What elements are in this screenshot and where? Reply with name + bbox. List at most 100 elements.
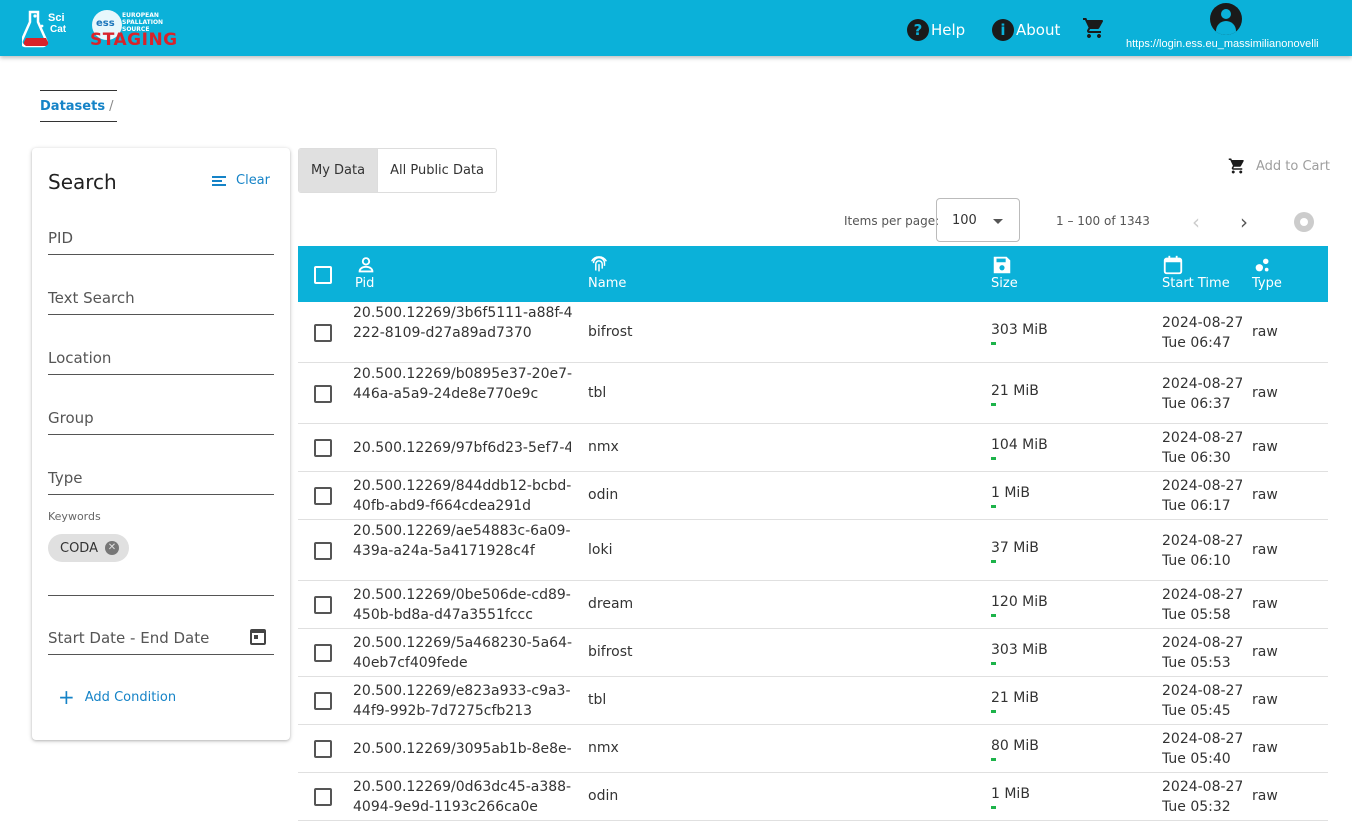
scicat-logo[interactable]: Sci Cat [22, 6, 70, 50]
table-row[interactable]: 20.500.12269/b0895e37-20e7-446a-a5a9-24d… [298, 363, 1328, 424]
date-range-field[interactable]: Start Date - End Date [48, 615, 274, 655]
dropdown-arrow-icon [993, 219, 1003, 224]
column-header-type[interactable]: Type [1252, 254, 1282, 291]
table-row[interactable]: 20.500.12269/97bf6d23-5ef7-478 nmx 104 MiB… [298, 424, 1328, 472]
row-checkbox[interactable] [314, 487, 332, 505]
pid-cell[interactable]: 20.500.12269/0be506de-cd89-450b-bd8a-d47… [353, 585, 573, 625]
select-all-checkbox[interactable] [314, 266, 332, 284]
row-checkbox[interactable] [314, 740, 332, 758]
start-time-cell: 2024-08-27 Tue 06:37 [1162, 374, 1242, 414]
column-header-pid[interactable]: Pid [355, 254, 377, 291]
start-time: Tue 06:30 [1162, 450, 1231, 466]
row-checkbox[interactable] [314, 384, 332, 403]
pid-cell[interactable]: 20.500.12269/5a468230-5a64-40eb7cf409fed… [353, 633, 573, 673]
size-bar [991, 806, 996, 809]
cart-icon[interactable] [1082, 16, 1106, 40]
size-cell: 303 MiB [991, 642, 1048, 658]
group-placeholder: Group [48, 409, 94, 427]
table-row[interactable]: 20.500.12269/0d63dc45-a388-4094-9e9d-119… [298, 773, 1328, 821]
type-cell: raw [1252, 439, 1278, 455]
pid-cell[interactable]: 20.500.12269/3095ab1b-8e8e-4b5 [353, 739, 571, 759]
breadcrumb-separator: / [109, 98, 114, 114]
bubbles-icon [1255, 258, 1269, 272]
row-checkbox[interactable] [314, 596, 332, 614]
column-header-size[interactable]: Size [991, 254, 1018, 291]
size-cell: 120 MiB [991, 594, 1048, 610]
keyword-chip[interactable]: CODA ✕ [48, 534, 129, 562]
all-public-data-toggle[interactable]: All Public Data [377, 149, 496, 192]
pid-field[interactable]: PID [48, 215, 274, 255]
search-panel: Search Clear PID Text Search Location Gr… [32, 148, 290, 740]
add-condition-button[interactable]: + Add Condition [58, 687, 177, 707]
calendar-icon[interactable] [250, 629, 266, 645]
row-checkbox[interactable] [314, 788, 332, 806]
add-to-cart-button[interactable]: Add to Cart [1228, 157, 1330, 175]
location-field[interactable]: Location [48, 335, 274, 375]
clear-button[interactable]: Clear [212, 173, 270, 188]
size-bar [991, 402, 996, 406]
table-row[interactable]: 20.500.12269/ae54883c-6a09-439a-a24a-5a4… [298, 520, 1328, 581]
ess-staging-logo[interactable]: ess EUROPEAN SPALLATION SOURCE STAGING [88, 8, 177, 50]
name-cell: dream [588, 596, 634, 612]
date-range-placeholder: Start Date - End Date [48, 629, 210, 647]
pid-cell[interactable]: 20.500.12269/e823a933-c9a3-44f9-992b-7d7… [353, 681, 573, 721]
table-row[interactable]: 20.500.12269/3095ab1b-8e8e-4b5 nmx 80 MiB 2… [298, 725, 1328, 773]
column-header-start-time[interactable]: Start Time [1162, 254, 1230, 291]
svg-text:Sci: Sci [48, 12, 65, 24]
size-bar [991, 710, 996, 713]
start-date: 2024-08-27 [1162, 731, 1242, 747]
row-checkbox[interactable] [314, 541, 332, 560]
account-icon[interactable] [1210, 3, 1242, 35]
column-label-name: Name [588, 276, 627, 291]
type-cell: raw [1252, 596, 1278, 612]
pid-cell[interactable]: 20.500.12269/0d63dc45-a388-4094-9e9d-119… [353, 777, 573, 817]
pid-cell[interactable]: 20.500.12269/97bf6d23-5ef7-478 [353, 438, 571, 458]
name-cell: odin [588, 788, 619, 804]
type-field[interactable]: Type [48, 455, 274, 495]
start-time-cell: 2024-08-27 Tue 05:58 [1162, 585, 1242, 625]
row-checkbox[interactable] [314, 323, 332, 342]
pid-cell[interactable]: 20.500.12269/ae54883c-6a09-439a-a24a-5a4… [353, 521, 573, 581]
start-time: Tue 05:32 [1162, 799, 1231, 815]
add-condition-label: Add Condition [84, 689, 177, 705]
group-field[interactable]: Group [48, 395, 274, 435]
help-icon: ? [907, 19, 929, 41]
table-row[interactable]: 20.500.12269/3b6f5111-a88f-4222-8109-d27… [298, 302, 1328, 363]
name-cell: bifrost [588, 323, 633, 340]
table-row[interactable]: 20.500.12269/844ddb12-bcbd-40fb-abd9-f66… [298, 472, 1328, 520]
size-bar [991, 559, 996, 563]
keyword-chip-label: CODA [60, 540, 98, 556]
keywords-input[interactable] [48, 595, 274, 596]
about-button[interactable]: i About [992, 16, 1060, 44]
text-search-field[interactable]: Text Search [48, 275, 274, 315]
breadcrumb-datasets[interactable]: Datasets [40, 99, 105, 114]
size-bar [991, 457, 996, 460]
row-checkbox[interactable] [314, 692, 332, 710]
next-page-icon[interactable]: › [1240, 210, 1248, 234]
size-cell: 21 MiB [991, 382, 1039, 399]
size-bar [991, 758, 996, 761]
name-cell: nmx [588, 740, 619, 756]
pid-cell[interactable]: 20.500.12269/3b6f5111-a88f-4222-8109-d27… [353, 303, 573, 363]
location-placeholder: Location [48, 349, 112, 367]
settings-icon[interactable] [1294, 212, 1314, 232]
column-label-pid: Pid [355, 276, 375, 291]
table-row[interactable]: 20.500.12269/5a468230-5a64-40eb7cf409fed… [298, 629, 1328, 677]
row-checkbox[interactable] [314, 644, 332, 662]
fingerprint-icon [591, 256, 607, 272]
pid-cell[interactable]: 20.500.12269/844ddb12-bcbd-40fb-abd9-f66… [353, 476, 573, 516]
user-name[interactable]: https://login.ess.eu_massimilianonovelli [1126, 38, 1319, 50]
table-row[interactable]: 20.500.12269/0be506de-cd89-450b-bd8a-d47… [298, 581, 1328, 629]
previous-page-icon[interactable]: ‹ [1192, 210, 1200, 234]
size-cell: 303 MiB [991, 321, 1048, 338]
my-data-toggle[interactable]: My Data [299, 149, 378, 192]
help-button[interactable]: ? Help [907, 16, 965, 44]
top-bar: Sci Cat ess EUROPEAN SPALLATION SOURCE S… [0, 0, 1352, 56]
column-header-name[interactable]: Name [588, 254, 626, 291]
remove-chip-icon[interactable]: ✕ [105, 541, 119, 555]
items-per-page-select[interactable]: 100 [936, 198, 1020, 242]
start-time-cell: 2024-08-27 Tue 05:32 [1162, 777, 1242, 817]
row-checkbox[interactable] [314, 439, 332, 457]
pid-cell[interactable]: 20.500.12269/b0895e37-20e7-446a-a5a9-24d… [353, 364, 573, 424]
table-row[interactable]: 20.500.12269/e823a933-c9a3-44f9-992b-7d7… [298, 677, 1328, 725]
